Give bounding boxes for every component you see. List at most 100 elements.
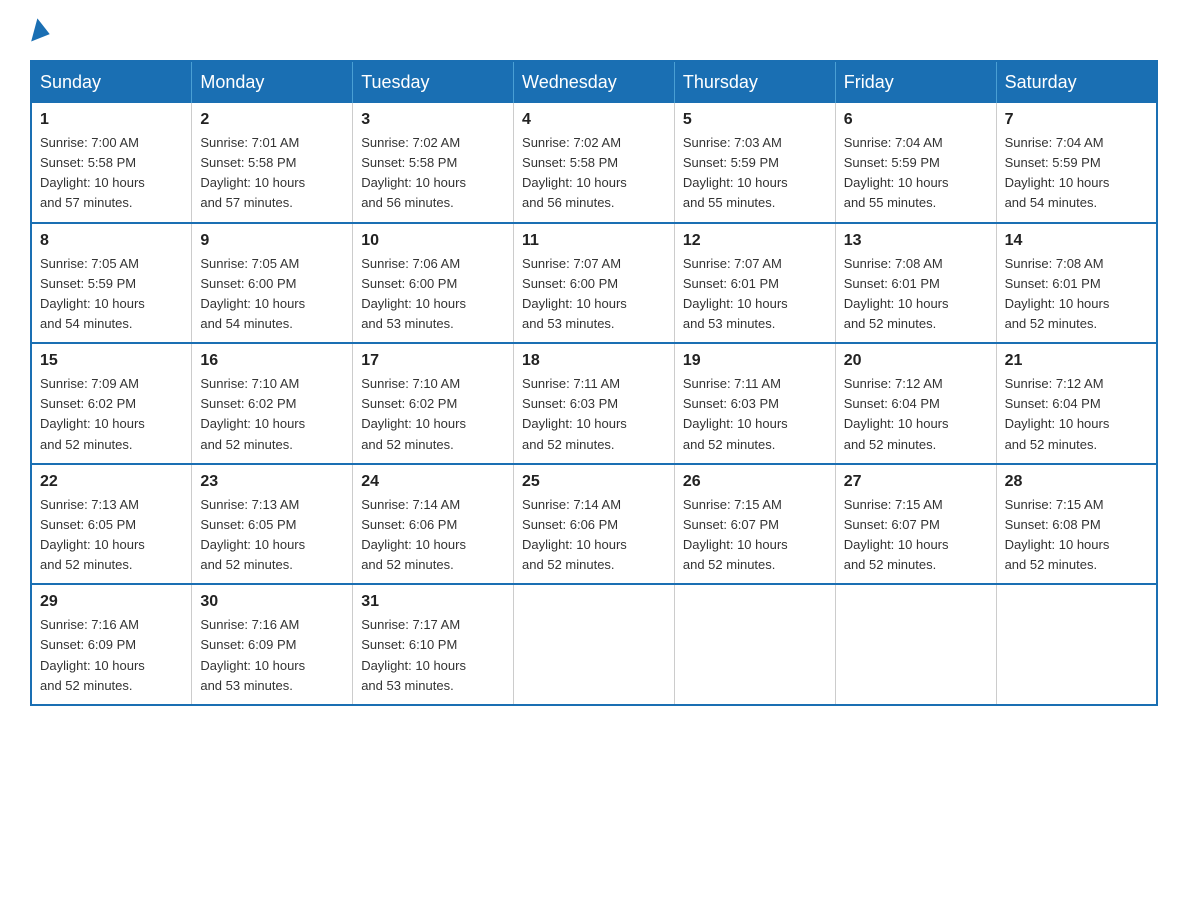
calendar-header-thursday: Thursday (674, 61, 835, 103)
day-number: 22 (40, 473, 183, 491)
day-number: 1 (40, 111, 183, 129)
day-number: 10 (361, 232, 505, 250)
day-info: Sunrise: 7:16 AM Sunset: 6:09 PM Dayligh… (40, 615, 183, 696)
day-info: Sunrise: 7:07 AM Sunset: 6:00 PM Dayligh… (522, 254, 666, 335)
day-number: 19 (683, 352, 827, 370)
day-number: 4 (522, 111, 666, 129)
logo (30, 20, 50, 40)
day-number: 26 (683, 473, 827, 491)
calendar-cell: 5 Sunrise: 7:03 AM Sunset: 5:59 PM Dayli… (674, 103, 835, 223)
day-number: 9 (200, 232, 344, 250)
day-info: Sunrise: 7:11 AM Sunset: 6:03 PM Dayligh… (522, 374, 666, 455)
calendar-cell: 7 Sunrise: 7:04 AM Sunset: 5:59 PM Dayli… (996, 103, 1157, 223)
day-info: Sunrise: 7:09 AM Sunset: 6:02 PM Dayligh… (40, 374, 183, 455)
day-info: Sunrise: 7:08 AM Sunset: 6:01 PM Dayligh… (844, 254, 988, 335)
day-info: Sunrise: 7:15 AM Sunset: 6:07 PM Dayligh… (844, 495, 988, 576)
day-info: Sunrise: 7:10 AM Sunset: 6:02 PM Dayligh… (361, 374, 505, 455)
day-number: 8 (40, 232, 183, 250)
day-info: Sunrise: 7:00 AM Sunset: 5:58 PM Dayligh… (40, 133, 183, 214)
day-number: 21 (1005, 352, 1148, 370)
day-number: 30 (200, 593, 344, 611)
day-info: Sunrise: 7:06 AM Sunset: 6:00 PM Dayligh… (361, 254, 505, 335)
day-number: 24 (361, 473, 505, 491)
day-info: Sunrise: 7:02 AM Sunset: 5:58 PM Dayligh… (361, 133, 505, 214)
day-number: 28 (1005, 473, 1148, 491)
calendar-header-wednesday: Wednesday (514, 61, 675, 103)
calendar-cell: 16 Sunrise: 7:10 AM Sunset: 6:02 PM Dayl… (192, 343, 353, 464)
calendar-cell: 3 Sunrise: 7:02 AM Sunset: 5:58 PM Dayli… (353, 103, 514, 223)
day-info: Sunrise: 7:15 AM Sunset: 6:08 PM Dayligh… (1005, 495, 1148, 576)
day-info: Sunrise: 7:13 AM Sunset: 6:05 PM Dayligh… (200, 495, 344, 576)
calendar-cell: 9 Sunrise: 7:05 AM Sunset: 6:00 PM Dayli… (192, 223, 353, 344)
calendar-cell: 11 Sunrise: 7:07 AM Sunset: 6:00 PM Dayl… (514, 223, 675, 344)
day-info: Sunrise: 7:15 AM Sunset: 6:07 PM Dayligh… (683, 495, 827, 576)
day-number: 18 (522, 352, 666, 370)
day-info: Sunrise: 7:17 AM Sunset: 6:10 PM Dayligh… (361, 615, 505, 696)
day-info: Sunrise: 7:01 AM Sunset: 5:58 PM Dayligh… (200, 133, 344, 214)
calendar-cell (996, 584, 1157, 705)
calendar-cell: 25 Sunrise: 7:14 AM Sunset: 6:06 PM Dayl… (514, 464, 675, 585)
logo-general (30, 20, 50, 44)
calendar-cell: 21 Sunrise: 7:12 AM Sunset: 6:04 PM Dayl… (996, 343, 1157, 464)
day-info: Sunrise: 7:03 AM Sunset: 5:59 PM Dayligh… (683, 133, 827, 214)
calendar-cell: 20 Sunrise: 7:12 AM Sunset: 6:04 PM Dayl… (835, 343, 996, 464)
calendar-cell (514, 584, 675, 705)
day-info: Sunrise: 7:04 AM Sunset: 5:59 PM Dayligh… (844, 133, 988, 214)
day-number: 14 (1005, 232, 1148, 250)
calendar-cell: 10 Sunrise: 7:06 AM Sunset: 6:00 PM Dayl… (353, 223, 514, 344)
logo-arrow-icon (31, 18, 53, 45)
day-number: 27 (844, 473, 988, 491)
day-number: 5 (683, 111, 827, 129)
calendar-cell: 13 Sunrise: 7:08 AM Sunset: 6:01 PM Dayl… (835, 223, 996, 344)
calendar-cell: 26 Sunrise: 7:15 AM Sunset: 6:07 PM Dayl… (674, 464, 835, 585)
day-number: 25 (522, 473, 666, 491)
calendar-cell: 1 Sunrise: 7:00 AM Sunset: 5:58 PM Dayli… (31, 103, 192, 223)
calendar-cell: 2 Sunrise: 7:01 AM Sunset: 5:58 PM Dayli… (192, 103, 353, 223)
day-info: Sunrise: 7:05 AM Sunset: 6:00 PM Dayligh… (200, 254, 344, 335)
day-number: 16 (200, 352, 344, 370)
calendar-cell (674, 584, 835, 705)
day-info: Sunrise: 7:13 AM Sunset: 6:05 PM Dayligh… (40, 495, 183, 576)
day-number: 11 (522, 232, 666, 250)
day-number: 29 (40, 593, 183, 611)
calendar-cell: 8 Sunrise: 7:05 AM Sunset: 5:59 PM Dayli… (31, 223, 192, 344)
day-number: 6 (844, 111, 988, 129)
day-info: Sunrise: 7:08 AM Sunset: 6:01 PM Dayligh… (1005, 254, 1148, 335)
page-header (30, 20, 1158, 40)
calendar-cell: 31 Sunrise: 7:17 AM Sunset: 6:10 PM Dayl… (353, 584, 514, 705)
day-number: 31 (361, 593, 505, 611)
calendar-week-row: 15 Sunrise: 7:09 AM Sunset: 6:02 PM Dayl… (31, 343, 1157, 464)
calendar-week-row: 29 Sunrise: 7:16 AM Sunset: 6:09 PM Dayl… (31, 584, 1157, 705)
calendar-cell: 14 Sunrise: 7:08 AM Sunset: 6:01 PM Dayl… (996, 223, 1157, 344)
day-info: Sunrise: 7:12 AM Sunset: 6:04 PM Dayligh… (844, 374, 988, 455)
calendar-cell: 19 Sunrise: 7:11 AM Sunset: 6:03 PM Dayl… (674, 343, 835, 464)
day-info: Sunrise: 7:02 AM Sunset: 5:58 PM Dayligh… (522, 133, 666, 214)
calendar-cell: 23 Sunrise: 7:13 AM Sunset: 6:05 PM Dayl… (192, 464, 353, 585)
calendar-cell: 6 Sunrise: 7:04 AM Sunset: 5:59 PM Dayli… (835, 103, 996, 223)
day-info: Sunrise: 7:14 AM Sunset: 6:06 PM Dayligh… (361, 495, 505, 576)
calendar-header-row: SundayMondayTuesdayWednesdayThursdayFrid… (31, 61, 1157, 103)
calendar-header-saturday: Saturday (996, 61, 1157, 103)
day-info: Sunrise: 7:05 AM Sunset: 5:59 PM Dayligh… (40, 254, 183, 335)
calendar-week-row: 8 Sunrise: 7:05 AM Sunset: 5:59 PM Dayli… (31, 223, 1157, 344)
day-number: 17 (361, 352, 505, 370)
calendar-cell: 18 Sunrise: 7:11 AM Sunset: 6:03 PM Dayl… (514, 343, 675, 464)
calendar-header-sunday: Sunday (31, 61, 192, 103)
day-number: 20 (844, 352, 988, 370)
calendar-header-friday: Friday (835, 61, 996, 103)
day-number: 2 (200, 111, 344, 129)
day-info: Sunrise: 7:04 AM Sunset: 5:59 PM Dayligh… (1005, 133, 1148, 214)
calendar-header-tuesday: Tuesday (353, 61, 514, 103)
calendar-cell: 29 Sunrise: 7:16 AM Sunset: 6:09 PM Dayl… (31, 584, 192, 705)
day-number: 13 (844, 232, 988, 250)
day-number: 7 (1005, 111, 1148, 129)
calendar-cell: 24 Sunrise: 7:14 AM Sunset: 6:06 PM Dayl… (353, 464, 514, 585)
calendar-cell: 28 Sunrise: 7:15 AM Sunset: 6:08 PM Dayl… (996, 464, 1157, 585)
calendar-table: SundayMondayTuesdayWednesdayThursdayFrid… (30, 60, 1158, 706)
day-number: 3 (361, 111, 505, 129)
calendar-week-row: 1 Sunrise: 7:00 AM Sunset: 5:58 PM Dayli… (31, 103, 1157, 223)
calendar-cell: 27 Sunrise: 7:15 AM Sunset: 6:07 PM Dayl… (835, 464, 996, 585)
calendar-header-monday: Monday (192, 61, 353, 103)
calendar-cell: 22 Sunrise: 7:13 AM Sunset: 6:05 PM Dayl… (31, 464, 192, 585)
day-number: 15 (40, 352, 183, 370)
